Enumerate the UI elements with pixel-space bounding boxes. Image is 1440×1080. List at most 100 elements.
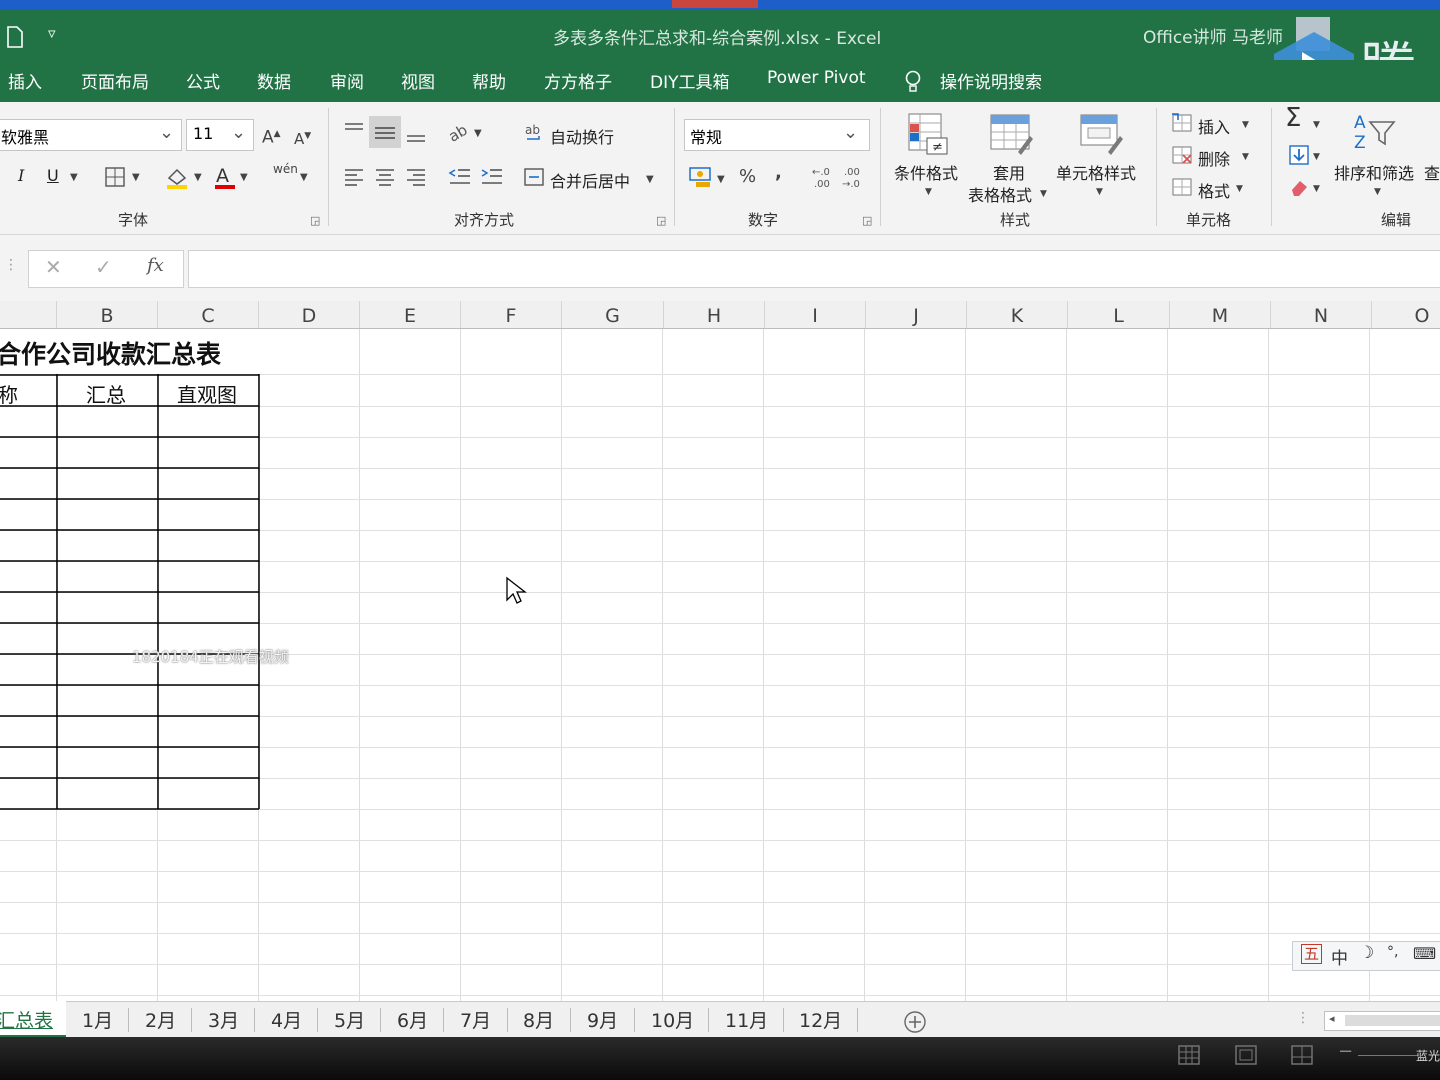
dialog-launcher-icon[interactable]: ◲: [862, 214, 872, 227]
tab-view[interactable]: 视图: [401, 68, 435, 93]
column-header-m[interactable]: M: [1170, 301, 1271, 328]
chevron-down-icon[interactable]: ▼: [646, 170, 654, 190]
chevron-down-icon[interactable]: ▼: [717, 170, 725, 190]
delete-cells-icon[interactable]: [1170, 144, 1194, 166]
chevron-down-icon[interactable]: ▼: [70, 168, 78, 188]
accounting-format-icon[interactable]: [688, 164, 716, 190]
increase-font-icon[interactable]: A▲: [262, 124, 281, 148]
align-middle-button[interactable]: [369, 116, 401, 148]
column-header-n[interactable]: N: [1271, 301, 1372, 328]
fill-color-icon[interactable]: [164, 164, 190, 190]
sheet-tab-11[interactable]: 11月: [725, 1006, 768, 1033]
autosum-icon[interactable]: Σ: [1285, 105, 1301, 131]
sheet-tab-4[interactable]: 4月: [271, 1006, 302, 1033]
page-break-view-icon[interactable]: [1291, 1045, 1313, 1065]
dialog-launcher-icon[interactable]: ◲: [310, 214, 320, 227]
column-header-g[interactable]: G: [562, 301, 664, 328]
chevron-down-icon[interactable]: ▼: [1096, 182, 1103, 202]
tab-data[interactable]: 数据: [257, 68, 291, 93]
scrollbar-thumb[interactable]: [1345, 1015, 1440, 1026]
chevron-down-icon[interactable]: ▼: [1040, 184, 1047, 204]
ime-halfwidth-icon[interactable]: ☽: [1359, 943, 1374, 963]
font-color-icon[interactable]: A: [212, 164, 238, 190]
format-as-table-label-1[interactable]: 套用: [993, 160, 1025, 184]
sheet-tab-5[interactable]: 5月: [334, 1006, 365, 1033]
format-cells-icon[interactable]: [1170, 176, 1194, 198]
align-bottom-icon[interactable]: [405, 122, 427, 144]
sheet-tab-active[interactable]: 汇总表: [0, 1001, 66, 1038]
chevron-down-icon[interactable]: ▼: [300, 168, 308, 188]
zoom-slider[interactable]: [1358, 1055, 1418, 1056]
column-header-d[interactable]: D: [259, 301, 360, 328]
sheet-tab-10[interactable]: 10月: [651, 1006, 694, 1033]
align-center-icon[interactable]: [374, 166, 396, 188]
tell-me-search[interactable]: 操作说明搜索: [940, 68, 1042, 93]
qat-dropdown-icon[interactable]: ▿: [48, 24, 56, 42]
sort-filter-button[interactable]: 排序和筛选: [1334, 160, 1414, 184]
column-header-f[interactable]: F: [461, 301, 562, 328]
chevron-down-icon[interactable]: ▼: [1313, 115, 1320, 135]
sheet-tab-7[interactable]: 7月: [460, 1006, 491, 1033]
tab-fangfang[interactable]: 方方格子: [544, 68, 612, 93]
grip-icon[interactable]: ⋮: [4, 257, 18, 273]
decrease-decimal-icon[interactable]: .00→.0: [840, 164, 866, 190]
column-header-h[interactable]: H: [664, 301, 765, 328]
clear-icon[interactable]: [1288, 176, 1310, 198]
align-left-icon[interactable]: [343, 166, 365, 188]
phonetic-icon[interactable]: wén: [273, 162, 298, 176]
tab-insert[interactable]: 插入: [8, 68, 42, 93]
delete-cells-button[interactable]: 删除: [1198, 146, 1230, 170]
column-header-j[interactable]: J: [866, 301, 967, 328]
chevron-down-icon[interactable]: ▼: [132, 168, 140, 188]
ime-keyboard-icon[interactable]: ⌨: [1413, 944, 1436, 963]
find-select-button[interactable]: 查: [1424, 160, 1440, 184]
ime-toolbar[interactable]: 五 中 ☽ °, ⌨: [1292, 941, 1440, 971]
tab-power-pivot[interactable]: Power Pivot: [767, 68, 866, 88]
align-right-icon[interactable]: [405, 166, 427, 188]
column-header-o[interactable]: O: [1372, 301, 1440, 328]
chevron-down-icon[interactable]: ▼: [1242, 147, 1249, 167]
merge-center-button[interactable]: 合并后居中: [550, 168, 630, 192]
sheet-tab-12[interactable]: 12月: [799, 1006, 842, 1033]
sheet-tab-1[interactable]: 1月: [82, 1006, 113, 1033]
chevron-down-icon[interactable]: ▼: [1242, 115, 1249, 135]
tab-page-layout[interactable]: 页面布局: [81, 68, 149, 93]
column-header-b[interactable]: B: [57, 301, 158, 328]
page-layout-view-icon[interactable]: [1235, 1045, 1257, 1065]
insert-cells-button[interactable]: 插入: [1198, 114, 1230, 138]
cancel-icon[interactable]: ✕: [45, 255, 62, 279]
sheet-tab-9[interactable]: 9月: [587, 1006, 618, 1033]
format-cells-button[interactable]: 格式: [1198, 178, 1230, 202]
dialog-launcher-icon[interactable]: ◲: [656, 214, 666, 227]
column-header-e[interactable]: E: [360, 301, 461, 328]
zoom-out-icon[interactable]: −: [1338, 1041, 1353, 1062]
sheet-tab-6[interactable]: 6月: [397, 1006, 428, 1033]
tab-diy-toolbox[interactable]: DIY工具箱: [650, 68, 730, 93]
align-top-icon[interactable]: [343, 120, 365, 142]
tab-help[interactable]: 帮助: [472, 68, 506, 93]
percent-style-button[interactable]: %: [739, 166, 756, 187]
worksheet-grid[interactable]: 合作公司收款汇总表 称 汇总 直观图 1820184正在观看视频 五 中 ☽ °…: [0, 329, 1440, 1001]
column-header-i[interactable]: I: [765, 301, 866, 328]
sheet-title[interactable]: 合作公司收款汇总表: [0, 335, 221, 371]
add-sheet-icon[interactable]: [903, 1010, 927, 1034]
ime-wubi-icon[interactable]: 五: [1301, 944, 1323, 964]
sheet-tab-3[interactable]: 3月: [208, 1006, 239, 1033]
format-as-table-icon[interactable]: [988, 112, 1034, 156]
enter-icon[interactable]: ✓: [95, 255, 112, 279]
font-name-box[interactable]: 软雅黑 ⌄: [0, 119, 182, 151]
chevron-down-icon[interactable]: ▼: [1313, 179, 1320, 199]
border-icon[interactable]: [104, 166, 126, 188]
formula-input[interactable]: [188, 250, 1440, 288]
chevron-down-icon[interactable]: ▼: [474, 124, 482, 144]
tab-review[interactable]: 审阅: [330, 68, 364, 93]
header-company-name[interactable]: 称: [0, 379, 18, 408]
header-chart[interactable]: 直观图: [177, 379, 237, 408]
comma-style-button[interactable]: ,: [775, 162, 782, 183]
ime-chinese-mode[interactable]: 中: [1331, 944, 1348, 969]
conditional-format-button[interactable]: 条件格式: [894, 160, 958, 184]
insert-cells-icon[interactable]: [1170, 112, 1194, 134]
tab-formulas[interactable]: 公式: [186, 68, 220, 93]
decrease-font-icon[interactable]: A▼: [294, 126, 311, 149]
cell-styles-icon[interactable]: [1078, 112, 1124, 156]
